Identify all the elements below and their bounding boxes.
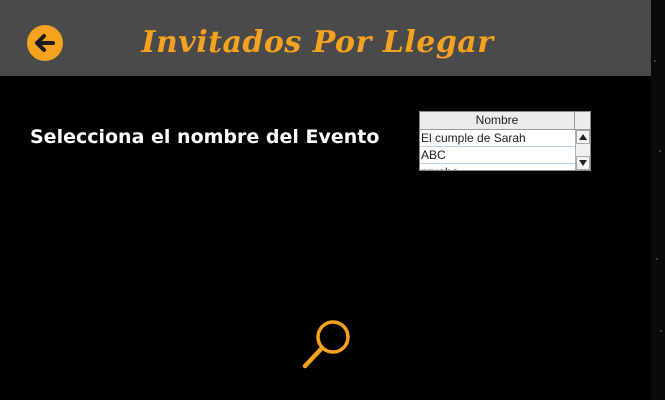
table-rows[interactable]: El cumple de Sarah ABC prueba <box>420 130 575 170</box>
window-edge <box>651 0 665 400</box>
triangle-up-icon <box>579 134 587 140</box>
table-scrollbar[interactable] <box>575 130 590 170</box>
table-header-corner <box>575 112 590 130</box>
scroll-down-button[interactable] <box>576 156 590 170</box>
page-title: Invitados Por Llegar <box>141 25 494 60</box>
search-button[interactable] <box>300 316 356 372</box>
edge-dot <box>654 60 656 62</box>
table-row[interactable]: ABC <box>420 147 575 164</box>
edge-dot <box>656 258 658 260</box>
event-table[interactable]: Nombre El cumple de Sarah ABC prueba <box>419 111 591 171</box>
triangle-down-icon <box>579 160 587 166</box>
scroll-up-button[interactable] <box>576 130 590 144</box>
header-bar: Invitados Por Llegar <box>0 0 651 76</box>
table-row[interactable]: El cumple de Sarah <box>420 130 575 147</box>
edge-dot <box>659 150 661 152</box>
search-icon <box>302 320 350 369</box>
column-header-nombre[interactable]: Nombre <box>420 112 575 130</box>
table-row[interactable]: prueba <box>420 164 575 170</box>
event-prompt-label: Selecciona el nombre del Evento <box>30 126 380 148</box>
edge-dot <box>660 330 662 332</box>
